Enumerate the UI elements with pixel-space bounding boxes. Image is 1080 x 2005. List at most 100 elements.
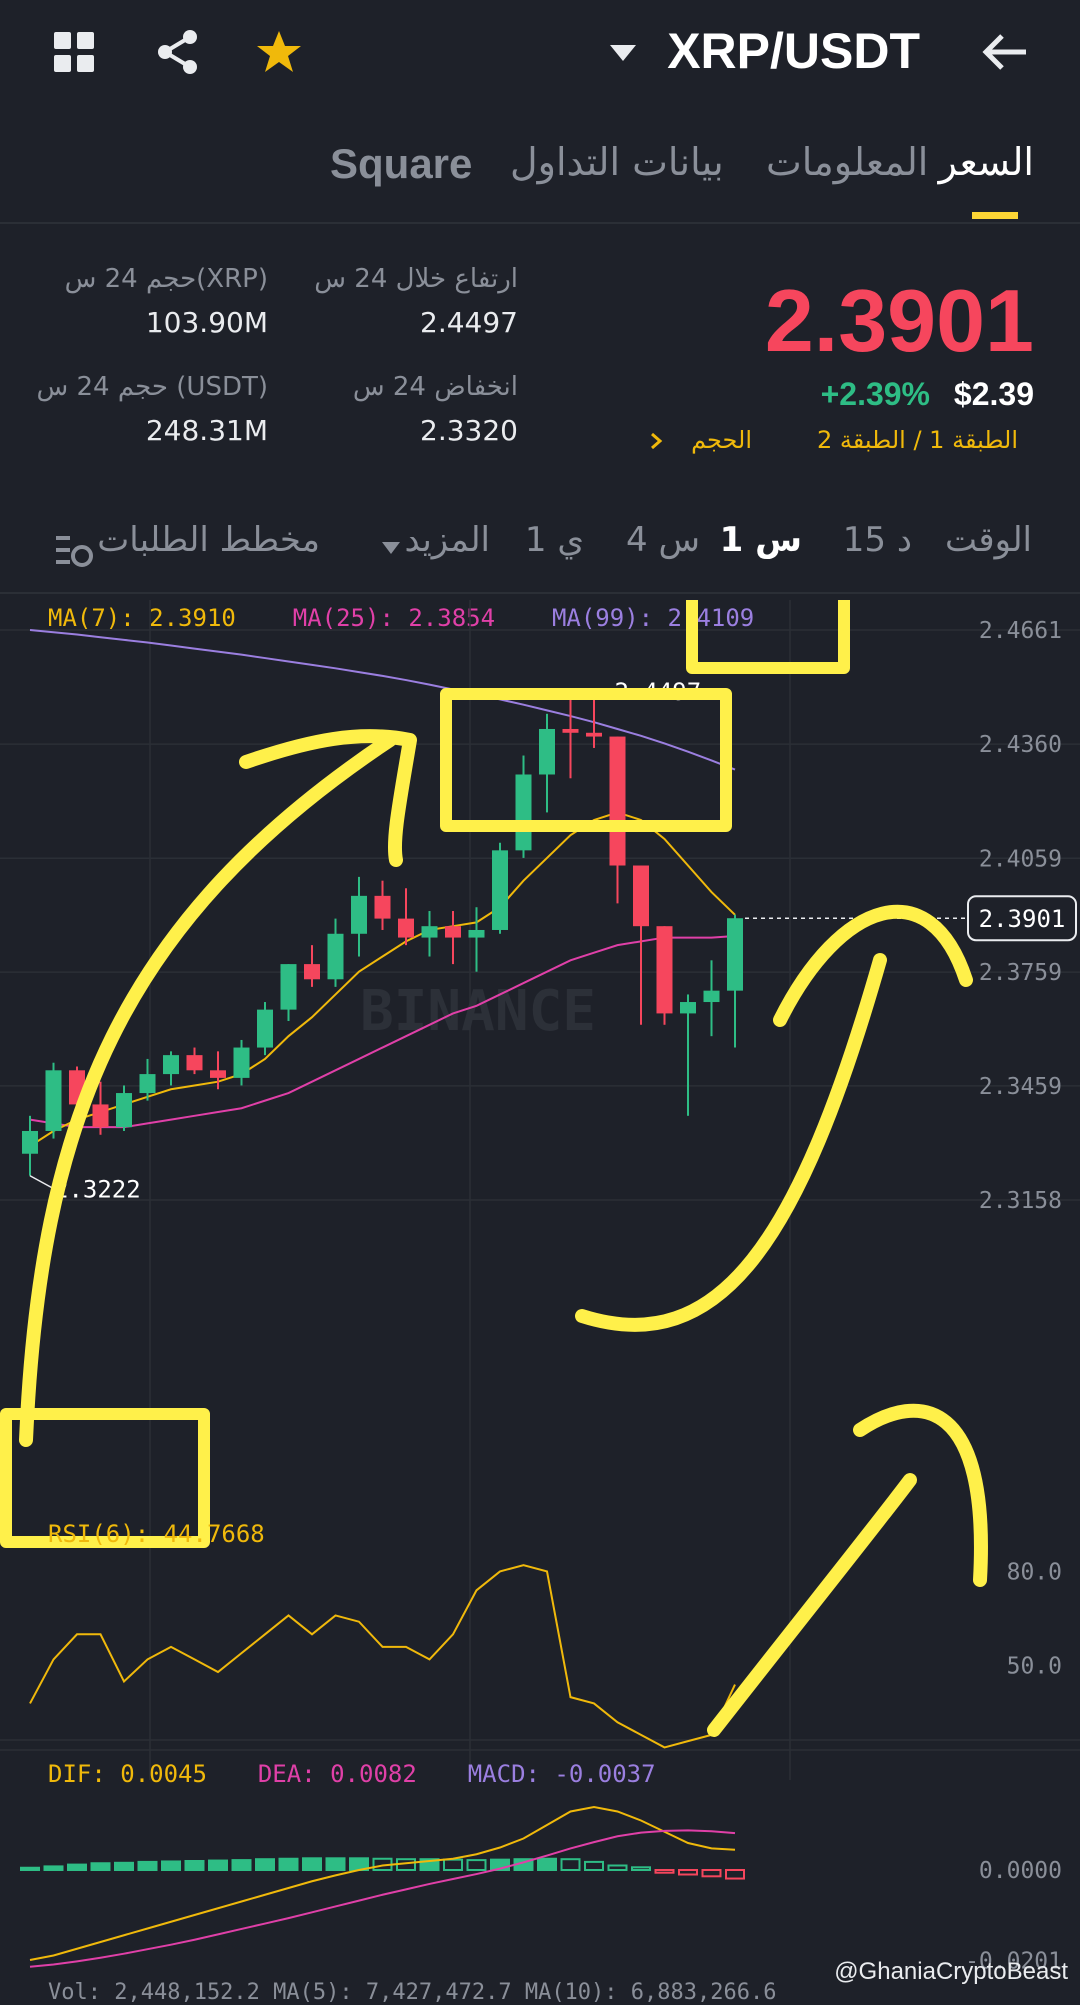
grid-icon[interactable] xyxy=(52,30,96,74)
volume-link[interactable]: الحجم xyxy=(691,426,752,454)
caret-down-icon[interactable] xyxy=(380,540,402,556)
rsi-line xyxy=(29,1564,736,1749)
usd-price: $2.39 xyxy=(953,376,1034,412)
interval-4h[interactable]: 4 س xyxy=(626,520,700,560)
candle-body xyxy=(398,918,414,938)
chart-settings-icon[interactable] xyxy=(54,530,94,570)
y-tick-label: 2.3759 xyxy=(979,960,1062,986)
candle-body xyxy=(421,926,438,938)
tab-active-indicator xyxy=(972,212,1018,219)
low-marker-line xyxy=(29,1175,53,1189)
dif-label: DIF: 0.0045 xyxy=(48,1760,207,1788)
macd-bar xyxy=(560,1858,581,1871)
back-arrow-icon[interactable] xyxy=(980,30,1030,74)
macd-bar xyxy=(114,1861,134,1872)
macd-tick-label: 0.0000 xyxy=(979,1858,1062,1884)
star-icon[interactable] xyxy=(255,28,303,76)
candle-body xyxy=(22,1130,38,1154)
top-bar: XRP/USDT xyxy=(0,0,1080,105)
rsi-tick-label: 80.0 xyxy=(1007,1559,1062,1585)
macd-bar xyxy=(584,1860,604,1872)
candle-body xyxy=(304,964,320,980)
candle-body xyxy=(727,918,743,991)
candle-body xyxy=(609,736,626,866)
candle-body xyxy=(656,926,673,1014)
candle-body xyxy=(680,1002,696,1014)
macd-bar xyxy=(278,1857,299,1871)
macd-bar xyxy=(725,1869,745,1880)
dif-line xyxy=(29,1805,736,1961)
divider xyxy=(0,592,1080,594)
macd-legend: DIF: 0.0045 DEA: 0.0082 MACD: -0.0037 xyxy=(48,1760,656,1788)
tab-trading-data[interactable]: بيانات التداول xyxy=(510,140,724,184)
divider xyxy=(0,222,1080,224)
macd-bar xyxy=(654,1869,675,1874)
vol-xrp-value: 103.90M xyxy=(145,306,268,339)
low-label: انخفاض 24 س xyxy=(352,372,518,402)
vol-usdt-value: 248.31M xyxy=(145,414,268,447)
macd-bar xyxy=(537,1857,557,1871)
tab-square[interactable]: Square xyxy=(330,140,472,188)
change-percent: +2.39% xyxy=(820,376,930,412)
y-tick-label: 2.3158 xyxy=(979,1188,1062,1214)
macd-bar xyxy=(161,1860,181,1871)
annotation-arrow-lower xyxy=(707,1473,917,1737)
candle-body xyxy=(210,1070,226,1078)
macd-bar xyxy=(67,1863,87,1871)
last-price: 2.3901 xyxy=(764,271,1034,370)
interval-1d[interactable]: 1 ي xyxy=(525,520,584,560)
annotation-box-high xyxy=(440,688,732,832)
candle-body xyxy=(45,1070,62,1131)
volume-row: Vol: 2,448,152.2 MA(5): 7,427,472.7 MA(1… xyxy=(48,1980,777,2005)
y-tick-label: 2.3459 xyxy=(979,1074,1062,1100)
rsi-tick-label: 50.0 xyxy=(1007,1654,1062,1680)
caret-down-icon[interactable] xyxy=(608,42,638,64)
annotation-arrow-right xyxy=(575,953,887,1332)
candle-body xyxy=(186,1055,203,1071)
macd-bar xyxy=(607,1864,628,1871)
candle-body xyxy=(257,1009,273,1048)
candle-body xyxy=(116,1093,132,1128)
interval-15m[interactable]: 15 د xyxy=(843,520,912,560)
macd-bar xyxy=(90,1862,111,1871)
macd-bar xyxy=(678,1869,698,1876)
macd-bar xyxy=(231,1859,252,1871)
candle-body xyxy=(633,865,649,927)
y-tick-label: 2.4059 xyxy=(979,846,1062,872)
macd-bar xyxy=(631,1866,651,1872)
annotation-arrowhead xyxy=(239,729,417,867)
low-value: 2.3320 xyxy=(420,414,518,447)
tier-label[interactable]: الطبقة 1 / الطبقة 2 xyxy=(817,426,1018,454)
macd-bar xyxy=(255,1858,275,1871)
macd-bar xyxy=(325,1857,346,1872)
macd-bar xyxy=(466,1859,487,1871)
macd-bar xyxy=(184,1860,205,1871)
interval-1h[interactable]: 1 س xyxy=(720,520,802,560)
vol-xrp-label: حجم 24 س(XRP) xyxy=(64,264,268,294)
binance-watermark: BINANCE xyxy=(360,979,596,1044)
macd-label: MACD: -0.0037 xyxy=(467,1760,656,1788)
candle-body xyxy=(163,1055,179,1075)
candle-body xyxy=(515,774,532,851)
creator-watermark: @GhaniaCryptoBeast xyxy=(834,1958,1068,1985)
candle-body xyxy=(92,1104,109,1128)
tab-price[interactable]: السعر xyxy=(939,140,1034,184)
more-dropdown[interactable]: المزيد xyxy=(404,520,490,560)
share-icon[interactable] xyxy=(154,28,202,76)
macd-bar xyxy=(208,1859,228,1872)
candle-body xyxy=(327,933,344,980)
pair-title[interactable]: XRP/USDT xyxy=(667,22,920,80)
candle-body xyxy=(562,728,579,733)
dea-label: DEA: 0.0082 xyxy=(257,1760,417,1788)
candle-body xyxy=(374,895,391,919)
chevron-icon[interactable] xyxy=(648,430,664,452)
time-label[interactable]: الوقت xyxy=(945,520,1032,560)
vol-usdt-label: حجم 24 س (USDT) xyxy=(36,372,268,402)
macd-bar xyxy=(43,1865,64,1872)
candle-body xyxy=(280,964,297,1010)
candle-body xyxy=(233,1047,250,1078)
depth-chart-tab[interactable]: مخطط الطلبات xyxy=(97,520,320,560)
annotation-box-interval xyxy=(686,600,850,674)
high-label: ارتفاع خلال 24 س xyxy=(314,264,518,294)
tab-info[interactable]: المعلومات xyxy=(766,140,928,184)
